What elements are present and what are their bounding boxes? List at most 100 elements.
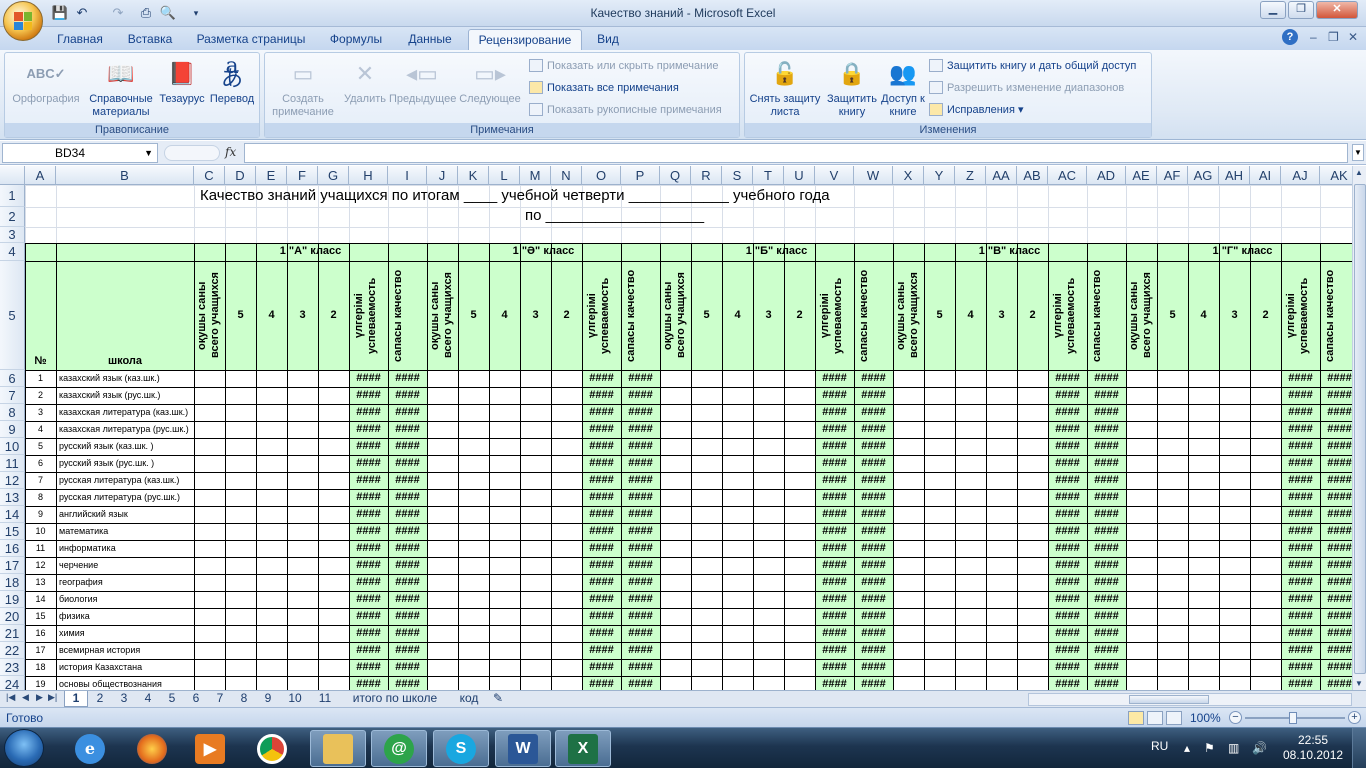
sheet-tab[interactable]: 2	[88, 691, 112, 707]
row-header[interactable]: 4	[0, 243, 25, 261]
column-header[interactable]: V	[815, 166, 854, 185]
last-sheet-icon[interactable]: ▶|	[48, 692, 57, 703]
select-all-corner[interactable]	[0, 166, 25, 185]
column-header[interactable]: N	[551, 166, 582, 185]
column-header[interactable]: D	[225, 166, 256, 185]
firefox-taskbar-button[interactable]	[124, 730, 180, 767]
tab-review[interactable]: Рецензирование	[468, 29, 582, 50]
row-header[interactable]: 1	[0, 185, 25, 207]
doc-minimize-icon[interactable]: –	[1310, 30, 1317, 44]
first-sheet-icon[interactable]: |◀	[6, 692, 15, 703]
tab-formulas[interactable]: Формулы	[322, 29, 390, 50]
next-sheet-icon[interactable]: ▶	[36, 692, 43, 703]
zoom-slider-handle[interactable]	[1289, 712, 1297, 724]
page-layout-view-icon[interactable]	[1147, 711, 1163, 725]
column-header[interactable]: AK	[1320, 166, 1352, 185]
new-comment-button[interactable]: ▭ Создать примечание	[267, 57, 339, 119]
prev-comment-button[interactable]: ◂▭ Предыдущее	[389, 57, 456, 106]
tab-home[interactable]: Главная	[50, 29, 110, 50]
protect-workbook-button[interactable]: 🔒 Защитить книгу	[823, 57, 881, 119]
next-comment-button[interactable]: ▭▸ Следующее	[457, 57, 523, 106]
row-header[interactable]: 8	[0, 404, 25, 421]
column-header[interactable]: AA	[986, 166, 1017, 185]
sheet-tab[interactable]: 4	[136, 691, 160, 707]
sheet-tab[interactable]: 1	[64, 691, 88, 707]
horizontal-scroll-thumb[interactable]	[1129, 695, 1209, 704]
row-header[interactable]: 15	[0, 523, 25, 540]
column-header[interactable]: J	[427, 166, 458, 185]
tab-page-layout[interactable]: Разметка страницы	[190, 29, 312, 50]
sheet-tab[interactable]: 7	[208, 691, 232, 707]
column-header[interactable]: AI	[1250, 166, 1281, 185]
row-header[interactable]: 14	[0, 506, 25, 523]
close-button[interactable]: ✕	[1316, 1, 1358, 19]
column-header[interactable]: P	[621, 166, 660, 185]
row-header[interactable]: 17	[0, 557, 25, 574]
column-header[interactable]: AC	[1048, 166, 1087, 185]
sheet-tab[interactable]: 6	[184, 691, 208, 707]
spreadsheet-grid[interactable]: A B C D E F G H I J K L M N O P Q R S T U V W X Y Z AA AB AC AD AE AF AG…	[0, 166, 1352, 690]
windows-start-icon[interactable]	[4, 729, 44, 767]
sheet-tab[interactable]: 3	[112, 691, 136, 707]
sheet-tab[interactable]: 9	[256, 691, 280, 707]
show-hide-comment-button[interactable]: Показать или скрыть примечание	[529, 59, 718, 72]
flag-icon[interactable]: ⚑	[1204, 741, 1215, 755]
zoom-in-icon[interactable]: +	[1348, 711, 1361, 724]
column-header[interactable]: K	[458, 166, 489, 185]
column-header[interactable]: F	[287, 166, 318, 185]
chevron-down-icon[interactable]: ▼	[144, 144, 153, 162]
sheet-tab[interactable]: итого по школе	[340, 691, 450, 707]
formula-input[interactable]	[244, 143, 1348, 163]
row-header[interactable]: 24	[0, 676, 25, 690]
row-header[interactable]: 9	[0, 421, 25, 438]
column-header[interactable]: W	[854, 166, 893, 185]
unprotect-sheet-button[interactable]: 🔓 Снять защиту листа	[749, 57, 821, 119]
row-header[interactable]: 12	[0, 472, 25, 489]
agent-taskbar-button[interactable]: @	[371, 730, 427, 767]
column-header[interactable]: S	[722, 166, 753, 185]
chrome-taskbar-button[interactable]	[244, 730, 300, 767]
ie-taskbar-button[interactable]: e	[62, 730, 118, 767]
page-break-view-icon[interactable]	[1166, 711, 1182, 725]
research-button[interactable]: 📖 Справочные материалы	[85, 57, 157, 119]
thesaurus-button[interactable]: 📕 Тезаурус	[157, 57, 207, 106]
minimize-button[interactable]: ▁	[1260, 1, 1286, 19]
expand-formula-icon[interactable]: ▼	[1352, 144, 1364, 161]
column-header[interactable]: H	[349, 166, 388, 185]
office-button[interactable]	[3, 1, 43, 41]
row-header[interactable]: 2	[0, 207, 25, 227]
column-header[interactable]: AF	[1157, 166, 1188, 185]
row-header[interactable]: 6	[0, 370, 25, 387]
zoom-out-icon[interactable]: −	[1229, 711, 1242, 724]
column-header[interactable]: AG	[1188, 166, 1219, 185]
column-header[interactable]: I	[388, 166, 427, 185]
media-taskbar-button[interactable]: ▶	[182, 730, 238, 767]
scroll-up-icon[interactable]: ▲	[1355, 168, 1363, 177]
column-header[interactable]: AB	[1017, 166, 1048, 185]
column-header[interactable]: Y	[924, 166, 955, 185]
column-header[interactable]: Z	[955, 166, 986, 185]
normal-view-icon[interactable]	[1128, 711, 1144, 725]
row-header[interactable]: 10	[0, 438, 25, 455]
column-header[interactable]: Q	[660, 166, 691, 185]
prev-sheet-icon[interactable]: ◀	[22, 692, 29, 703]
scroll-down-icon[interactable]: ▼	[1355, 679, 1363, 688]
sheet-tab[interactable]: 5	[160, 691, 184, 707]
column-header[interactable]: T	[753, 166, 784, 185]
network-icon[interactable]: ▥	[1228, 741, 1239, 755]
language-indicator[interactable]: RU	[1151, 739, 1168, 753]
vertical-scrollbar[interactable]: ▲ ▼	[1352, 166, 1366, 690]
track-changes-button[interactable]: Исправления ▾	[929, 103, 1023, 116]
tab-insert[interactable]: Вставка	[120, 29, 180, 50]
word-taskbar-button[interactable]: W	[495, 730, 551, 767]
show-ink-button[interactable]: Показать рукописные примечания	[529, 103, 722, 116]
show-desktop-button[interactable]	[1352, 728, 1366, 768]
insert-sheet-icon[interactable]: ✎	[488, 691, 508, 707]
row-header[interactable]: 7	[0, 387, 25, 404]
allow-edit-ranges-button[interactable]: Разрешить изменение диапазонов	[929, 81, 1124, 94]
restore-button[interactable]: ❐	[1288, 1, 1314, 19]
column-header[interactable]: AJ	[1281, 166, 1320, 185]
row-header[interactable]: 20	[0, 608, 25, 625]
sheet-tab[interactable]: 8	[232, 691, 256, 707]
row-header[interactable]: 11	[0, 455, 25, 472]
